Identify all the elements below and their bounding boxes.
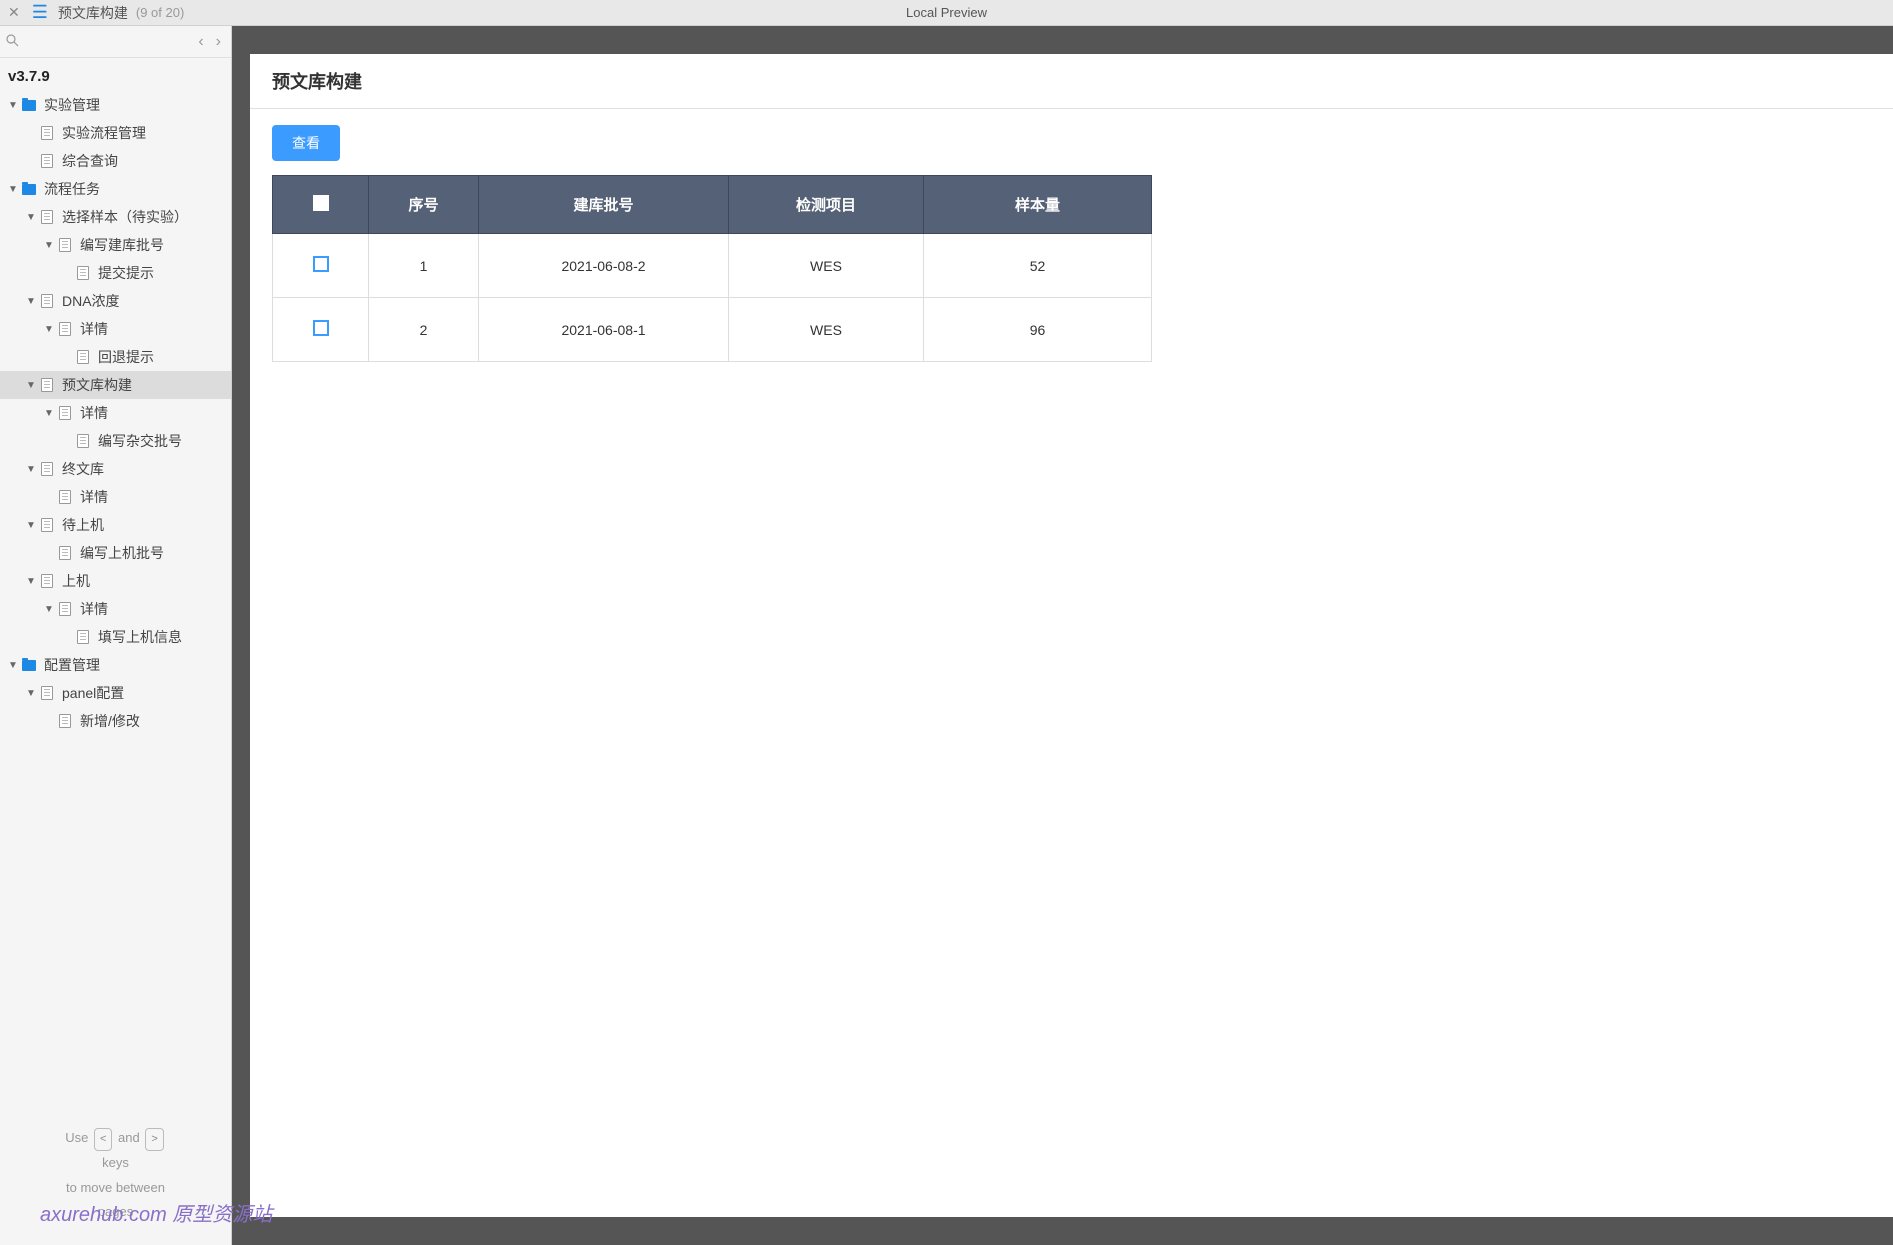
tree-page-final-lib-detail[interactable]: 详情 xyxy=(0,483,231,511)
tree-page-dna-detail[interactable]: ▼详情 xyxy=(0,315,231,343)
page-icon xyxy=(38,378,56,392)
tree-page-fill-machine-info[interactable]: 填写上机信息 xyxy=(0,623,231,651)
table-header-row: 序号 建库批号 检测项目 样本量 xyxy=(273,176,1152,234)
header-project: 检测项目 xyxy=(729,176,924,234)
folder-icon xyxy=(20,660,38,671)
data-table: 序号 建库批号 检测项目 样本量 1 2021-06-08-2 WES 52 xyxy=(272,175,1152,362)
top-bar: ✕ ☰ 预文库构建 (9 of 20) Local Preview xyxy=(0,0,1893,26)
tree-page-write-machine-batch[interactable]: 编写上机批号 xyxy=(0,539,231,567)
close-icon[interactable]: ✕ xyxy=(8,4,20,21)
page-icon xyxy=(74,434,92,448)
tree-page-experiment-flow[interactable]: 实验流程管理 xyxy=(0,119,231,147)
main-wrap: ‹ › v3.7.9 ▼实验管理 实验流程管理 综合查询 ▼流程任务 ▼选择样本… xyxy=(0,26,1893,1245)
tree-page-final-lib[interactable]: ▼终文库 xyxy=(0,455,231,483)
header-seq: 序号 xyxy=(369,176,479,234)
topbar-page-name: 预文库构建 xyxy=(58,3,128,23)
tree-page-on-machine[interactable]: ▼上机 xyxy=(0,567,231,595)
tree-page-comprehensive-query[interactable]: 综合查询 xyxy=(0,147,231,175)
page-icon xyxy=(38,574,56,588)
version-label: v3.7.9 xyxy=(0,58,231,91)
nav-arrows: ‹ › xyxy=(194,33,225,51)
page-icon xyxy=(38,126,56,140)
page-icon xyxy=(38,462,56,476)
content-area: 预文库构建 查看 序号 建库批号 检测项目 样本量 xyxy=(232,26,1893,1245)
panel-body: 查看 序号 建库批号 检测项目 样本量 xyxy=(250,109,1893,378)
tree-folder-flow-task[interactable]: ▼流程任务 xyxy=(0,175,231,203)
prev-page-icon[interactable]: ‹ xyxy=(194,33,207,51)
topbar-page-count: (9 of 20) xyxy=(136,5,184,20)
view-button[interactable]: 查看 xyxy=(272,125,340,161)
table-row: 1 2021-06-08-2 WES 52 xyxy=(273,234,1152,298)
cell-project: WES xyxy=(729,234,924,298)
tree-page-submit-tip[interactable]: 提交提示 xyxy=(0,259,231,287)
menu-toggle-icon[interactable]: ☰ xyxy=(32,2,48,23)
page-icon xyxy=(38,686,56,700)
page-icon xyxy=(56,714,74,728)
cell-seq: 1 xyxy=(369,234,479,298)
cell-batch: 2021-06-08-2 xyxy=(479,234,729,298)
tree-page-write-lib-batch[interactable]: ▼编写建库批号 xyxy=(0,231,231,259)
table-row: 2 2021-06-08-1 WES 96 xyxy=(273,298,1152,362)
tree-folder-experiment-mgmt[interactable]: ▼实验管理 xyxy=(0,91,231,119)
page-icon xyxy=(74,350,92,364)
tree-page-prelib-detail[interactable]: ▼详情 xyxy=(0,399,231,427)
tree-page-write-hybrid-batch[interactable]: 编写杂交批号 xyxy=(0,427,231,455)
select-all-checkbox[interactable] xyxy=(313,195,329,211)
cell-sample-count: 52 xyxy=(924,234,1152,298)
page-icon xyxy=(74,266,92,280)
topbar-center-label: Local Preview xyxy=(906,5,987,20)
tree-page-prelib-build[interactable]: ▼预文库构建 xyxy=(0,371,231,399)
folder-icon xyxy=(20,184,38,195)
cell-project: WES xyxy=(729,298,924,362)
keyboard-hint: Use < and > keys to move between pages xyxy=(0,1110,231,1245)
sidebar-toolbar: ‹ › xyxy=(0,26,231,58)
page-icon xyxy=(38,210,56,224)
cell-seq: 2 xyxy=(369,298,479,362)
tree-page-on-machine-detail[interactable]: ▼详情 xyxy=(0,595,231,623)
tree-page-dna-concentration[interactable]: ▼DNA浓度 xyxy=(0,287,231,315)
page-icon xyxy=(56,322,74,336)
header-sample-count: 样本量 xyxy=(924,176,1152,234)
search-icon[interactable] xyxy=(6,34,19,50)
panel-title: 预文库构建 xyxy=(250,54,1893,109)
page-icon xyxy=(38,518,56,532)
page-icon xyxy=(74,630,92,644)
tree-page-waiting-machine[interactable]: ▼待上机 xyxy=(0,511,231,539)
page-icon xyxy=(56,238,74,252)
page-icon xyxy=(56,406,74,420)
page-tree: ▼实验管理 实验流程管理 综合查询 ▼流程任务 ▼选择样本（待实验） ▼编写建库… xyxy=(0,91,231,1110)
key-left-icon: < xyxy=(94,1128,112,1151)
header-checkbox-cell xyxy=(273,176,369,234)
tree-page-add-modify[interactable]: 新增/修改 xyxy=(0,707,231,735)
row-checkbox[interactable] xyxy=(313,320,329,336)
cell-batch: 2021-06-08-1 xyxy=(479,298,729,362)
tree-page-select-sample[interactable]: ▼选择样本（待实验） xyxy=(0,203,231,231)
next-page-icon[interactable]: › xyxy=(212,33,225,51)
page-icon xyxy=(38,154,56,168)
header-batch: 建库批号 xyxy=(479,176,729,234)
page-icon xyxy=(56,602,74,616)
key-right-icon: > xyxy=(145,1128,163,1151)
page-icon xyxy=(56,490,74,504)
tree-folder-config-mgmt[interactable]: ▼配置管理 xyxy=(0,651,231,679)
page-icon xyxy=(56,546,74,560)
tree-page-panel-config[interactable]: ▼panel配置 xyxy=(0,679,231,707)
tree-page-rollback-tip[interactable]: 回退提示 xyxy=(0,343,231,371)
cell-sample-count: 96 xyxy=(924,298,1152,362)
folder-icon xyxy=(20,100,38,111)
row-checkbox[interactable] xyxy=(313,256,329,272)
sidebar: ‹ › v3.7.9 ▼实验管理 实验流程管理 综合查询 ▼流程任务 ▼选择样本… xyxy=(0,26,232,1245)
page-icon xyxy=(38,294,56,308)
content-panel: 预文库构建 查看 序号 建库批号 检测项目 样本量 xyxy=(250,54,1893,1217)
